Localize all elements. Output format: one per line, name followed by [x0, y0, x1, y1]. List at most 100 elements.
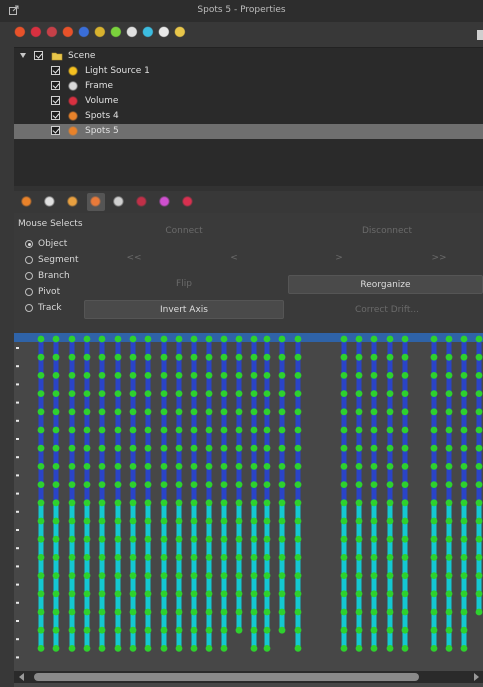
track-spot [144, 408, 152, 416]
track-graph[interactable] [14, 333, 483, 687]
scissors-icon[interactable] [158, 26, 171, 39]
track-spot [220, 335, 228, 343]
track-spot [83, 481, 91, 488]
disconnect-button[interactable]: Disconnect [294, 222, 480, 240]
invert-axis-button[interactable]: Invert Axis [84, 300, 284, 319]
track-spot [278, 408, 286, 416]
tree-row-item[interactable]: Spots 4 [14, 109, 483, 124]
visibility-checkbox[interactable] [51, 66, 60, 75]
track-spot [190, 390, 198, 397]
wand-tab[interactable] [41, 193, 59, 211]
connect-button[interactable]: Connect [94, 222, 274, 240]
track-spot [401, 463, 409, 470]
measurement-icon[interactable] [126, 26, 139, 39]
track-spot [386, 444, 394, 452]
first-button[interactable]: << [114, 249, 154, 267]
scroll-left-icon[interactable] [19, 673, 24, 681]
track-spot [475, 481, 483, 488]
visibility-checkbox[interactable] [51, 96, 60, 105]
radio-segment[interactable] [25, 256, 33, 264]
track-spot [160, 390, 168, 397]
pencil-tab[interactable] [64, 193, 82, 211]
next-button[interactable]: > [319, 249, 359, 267]
radio-object[interactable] [25, 240, 33, 248]
tree-row-item[interactable]: Frame [14, 79, 483, 94]
spots-tab-icon [21, 196, 33, 208]
spots-icon[interactable] [14, 26, 27, 39]
track-spot [68, 517, 76, 525]
track-spot [205, 572, 213, 579]
spots-tab-tab[interactable] [18, 193, 36, 211]
horizontal-scrollbar[interactable] [14, 671, 483, 683]
track-spot [250, 572, 258, 579]
tree-row-item[interactable]: Volume [14, 94, 483, 109]
previous-button[interactable]: < [214, 249, 254, 267]
scroll-thumb[interactable] [34, 673, 419, 681]
track-spot [278, 426, 286, 434]
clipping-icon[interactable] [110, 26, 123, 39]
tree-row-scene[interactable]: Scene [14, 49, 483, 64]
track-spot [52, 517, 60, 525]
track-spot [235, 517, 243, 525]
expand-arrow-icon[interactable] [20, 53, 26, 58]
track-spot [205, 481, 213, 488]
track-spot [37, 517, 45, 525]
track-spot [52, 554, 60, 561]
toolbar-overflow[interactable] [477, 30, 483, 40]
last-button[interactable]: >> [419, 249, 459, 267]
track-spot [355, 499, 363, 507]
track-spot [355, 353, 363, 361]
tree-row-item[interactable]: Spots 5 [14, 124, 483, 139]
reference-frame-icon[interactable] [142, 26, 155, 39]
track-spot [294, 590, 302, 598]
correct-drift-button[interactable]: Correct Drift... [294, 301, 480, 319]
volume-icon [67, 95, 79, 107]
scene-checkbox[interactable] [34, 51, 43, 60]
radio-branch[interactable] [25, 272, 33, 280]
track-spot [68, 645, 76, 652]
track-spot [114, 408, 122, 416]
flip-button[interactable]: Flip [94, 275, 274, 293]
radio-label: Branch [38, 271, 70, 281]
surfaces-icon[interactable] [78, 26, 91, 39]
track-graph-plot[interactable] [14, 333, 483, 687]
track-spot [205, 517, 213, 525]
volume-icon[interactable] [30, 26, 43, 39]
track-spot [83, 372, 91, 379]
visibility-checkbox[interactable] [51, 111, 60, 120]
statistics-tab[interactable] [133, 193, 151, 211]
track-spot [445, 645, 453, 652]
visibility-checkbox[interactable] [51, 126, 60, 135]
spots-icon[interactable] [62, 26, 75, 39]
visibility-checkbox[interactable] [51, 81, 60, 90]
track-spot [445, 390, 453, 397]
track-spot [355, 390, 363, 397]
color-tab[interactable] [156, 193, 174, 211]
settings-tab[interactable] [179, 193, 197, 211]
radio-track[interactable] [25, 304, 33, 312]
track-spot [220, 353, 228, 361]
track-spot [98, 353, 106, 361]
track-spot [340, 408, 348, 416]
tree-row-item[interactable]: Light Source 1 [14, 64, 483, 79]
track-spot [386, 463, 394, 470]
track-spot [263, 626, 271, 634]
track-spot [386, 499, 394, 507]
cells-icon[interactable] [94, 26, 107, 39]
track-spot [129, 481, 137, 488]
track-spot [355, 590, 363, 598]
filter-tab[interactable] [110, 193, 128, 211]
track-spot [114, 517, 122, 525]
track-spot [340, 390, 348, 397]
time-tick [16, 419, 19, 422]
reorganize-button[interactable]: Reorganize [288, 275, 483, 294]
track-spot [370, 626, 378, 634]
radio-pivot[interactable] [25, 288, 33, 296]
track-spot [160, 608, 168, 616]
scroll-right-icon[interactable] [474, 673, 479, 681]
edit-tracks-tab[interactable] [87, 193, 105, 211]
filament-icon[interactable] [46, 26, 59, 39]
track-spot [355, 463, 363, 470]
folder-icon[interactable] [174, 26, 187, 39]
track-spot [401, 481, 409, 488]
